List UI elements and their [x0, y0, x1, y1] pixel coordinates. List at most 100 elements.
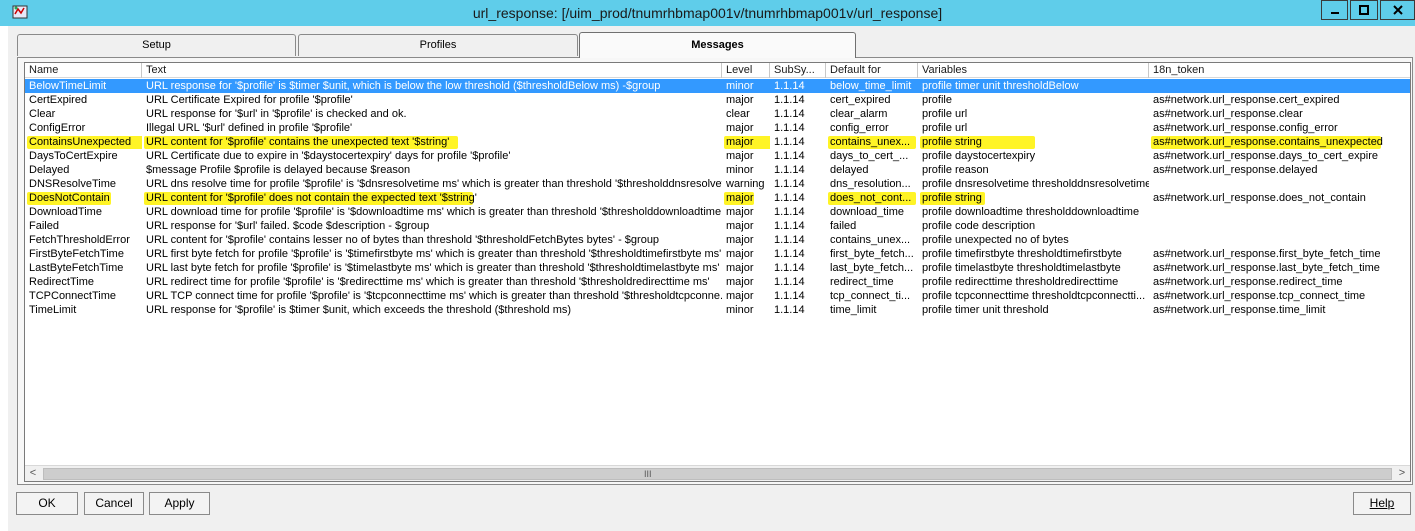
table-row[interactable]: RedirectTime URL redirect time for profil…	[25, 275, 1410, 289]
table-row[interactable]: DoesNotContain URL content for '$profile'…	[25, 191, 1410, 205]
cell-subsys: 1.1.14	[770, 219, 826, 233]
help-button[interactable]: Help	[1353, 492, 1411, 515]
table-row[interactable]: FirstByteFetchTime URL first byte fetch f…	[25, 247, 1410, 261]
cell-text-text: URL response for '$url' in '$profile' is…	[146, 108, 407, 120]
cell-level-text: warning	[726, 178, 765, 190]
table-row[interactable]: Clear URL response for '$url' in '$profil…	[25, 107, 1410, 121]
cell-default-for-text: first_byte_fetch...	[830, 248, 914, 260]
cell-name: TCPConnectTime	[25, 289, 142, 303]
cell-level-text: major	[726, 206, 754, 218]
table-row[interactable]: Delayed $message Profile $profile is dela…	[25, 163, 1410, 177]
cell-token: as#network.url_response.first_byte_fetch…	[1149, 247, 1410, 261]
cell-level-text: major	[726, 234, 754, 246]
maximize-icon	[1359, 5, 1369, 15]
table-row[interactable]: TimeLimit URL response for '$profile' is …	[25, 303, 1410, 317]
maximize-button[interactable]	[1350, 0, 1378, 20]
messages-table[interactable]: Name Text Level SubSy... Default for Variable…	[24, 62, 1411, 482]
cell-level: major	[722, 275, 770, 289]
cell-level: warning	[722, 177, 770, 191]
cell-text-text: URL first byte fetch for profile '$profi…	[146, 248, 722, 260]
horizontal-scrollbar[interactable]: < III >	[25, 465, 1410, 481]
minimize-button[interactable]	[1321, 0, 1348, 20]
scroll-right-icon[interactable]: >	[1394, 466, 1410, 481]
table-row[interactable]: ConfigError Illegal URL '$url' defined in…	[25, 121, 1410, 135]
cell-text-text: URL Certificate Expired for profile '$pr…	[146, 94, 353, 106]
column-header-name[interactable]: Name	[25, 63, 142, 78]
table-row[interactable]: DaysToCertExpire URL Certificate due to e…	[25, 149, 1410, 163]
cell-text: URL content for '$profile' does not cont…	[142, 191, 722, 205]
cell-default-for: config_error	[826, 121, 918, 135]
column-header-subsys[interactable]: SubSy...	[770, 63, 826, 78]
cell-default-for-text: tcp_connect_ti...	[830, 290, 911, 302]
table-row[interactable]: DNSResolveTime URL dns resolve time for p…	[25, 177, 1410, 191]
table-row[interactable]: Failed URL response for '$url' failed. $c…	[25, 219, 1410, 233]
column-header-text[interactable]: Text	[142, 63, 722, 78]
cell-default-for-text: last_byte_fetch...	[830, 262, 914, 274]
cell-token	[1149, 79, 1410, 93]
cell-subsys-text: 1.1.14	[774, 164, 805, 176]
cell-level-text: major	[726, 150, 754, 162]
cell-name: CertExpired	[25, 93, 142, 107]
cell-name: DaysToCertExpire	[25, 149, 142, 163]
tab-setup[interactable]: Setup	[17, 34, 296, 56]
scroll-left-icon[interactable]: <	[25, 466, 41, 481]
cell-subsys: 1.1.14	[770, 149, 826, 163]
column-header-default-for[interactable]: Default for	[826, 63, 918, 78]
cell-subsys-text: 1.1.14	[774, 248, 805, 260]
column-header-token[interactable]: 18n_token	[1149, 63, 1410, 78]
cell-subsys-text: 1.1.14	[774, 220, 805, 232]
close-button[interactable]	[1380, 0, 1415, 20]
cell-default-for-text: time_limit	[830, 304, 877, 316]
cell-token: as#network.url_response.cert_expired	[1149, 93, 1410, 107]
cell-name-text: FetchThresholdError	[29, 234, 130, 246]
cell-subsys: 1.1.14	[770, 93, 826, 107]
cell-subsys-text: 1.1.14	[774, 94, 805, 106]
cell-variables: profile tcpconnecttime thresholdtcpconne…	[918, 289, 1149, 303]
cell-text: URL content for '$profile' contains the …	[142, 135, 722, 149]
cell-token-text: as#network.url_response.redirect_time	[1153, 276, 1343, 288]
cell-default-for-text: contains_unex...	[830, 136, 911, 148]
title-bar[interactable]: url_response: [/uim_prod/tnumrhbmap001v/…	[0, 0, 1415, 26]
cell-text-text: URL response for '$url' failed. $code $d…	[146, 220, 430, 232]
cell-level-text: major	[726, 192, 754, 204]
cell-name: Failed	[25, 219, 142, 233]
cell-token-text: as#network.url_response.clear	[1153, 108, 1303, 120]
help-button-label: Help	[1369, 496, 1395, 510]
cell-text: URL download time for profile '$profile'…	[142, 205, 722, 219]
cell-name-text: BelowTimeLimit	[29, 80, 107, 92]
cell-name: LastByteFetchTime	[25, 261, 142, 275]
ok-button[interactable]: OK	[16, 492, 78, 515]
table-row[interactable]: BelowTimeLimit URL response for '$profile…	[25, 79, 1410, 93]
table-row[interactable]: CertExpired URL Certificate Expired for p…	[25, 93, 1410, 107]
tab-profiles[interactable]: Profiles	[298, 34, 578, 56]
scrollbar-thumb[interactable]: III	[43, 468, 1392, 480]
cell-token-text: as#network.url_response.contains_unexpec…	[1153, 136, 1383, 148]
cell-variables: profile timelastbyte thresholdtimelastby…	[918, 261, 1149, 275]
table-row[interactable]: FetchThresholdError URL content for '$pro…	[25, 233, 1410, 247]
cell-default-for-text: cert_expired	[830, 94, 891, 106]
column-header-variables[interactable]: Variables	[918, 63, 1149, 78]
cell-variables: profile unexpected no of bytes	[918, 233, 1149, 247]
table-row[interactable]: LastByteFetchTime URL last byte fetch for…	[25, 261, 1410, 275]
cell-default-for: contains_unex...	[826, 135, 918, 149]
dialog-client-area: Setup Profiles Messages Name Text Level Sub…	[8, 26, 1415, 531]
cancel-button[interactable]: Cancel	[84, 492, 144, 515]
cell-name: FirstByteFetchTime	[25, 247, 142, 261]
table-row[interactable]: ContainsUnexpected URL content for '$prof…	[25, 135, 1410, 149]
cell-default-for: download_time	[826, 205, 918, 219]
cell-variables: profile string	[918, 135, 1149, 149]
cell-variables: profile daystocertexpiry	[918, 149, 1149, 163]
cell-name-text: ConfigError	[29, 122, 86, 134]
cell-level-text: major	[726, 290, 754, 302]
table-row[interactable]: TCPConnectTime URL TCP connect time for p…	[25, 289, 1410, 303]
cell-name-text: Delayed	[29, 164, 70, 176]
column-header-level[interactable]: Level	[722, 63, 770, 78]
tab-messages[interactable]: Messages	[579, 32, 856, 58]
cell-level: major	[722, 289, 770, 303]
cell-token	[1149, 205, 1410, 219]
apply-button[interactable]: Apply	[149, 492, 210, 515]
cell-level: clear	[722, 107, 770, 121]
cell-subsys-text: 1.1.14	[774, 290, 805, 302]
table-row[interactable]: DownloadTime URL download time for profil…	[25, 205, 1410, 219]
cell-level-text: clear	[726, 108, 750, 120]
